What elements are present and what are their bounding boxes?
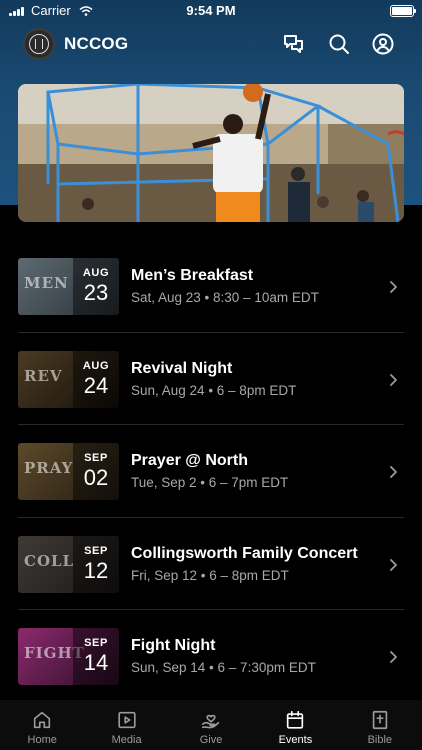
hero-banner[interactable]: [18, 84, 404, 222]
chevron-right-icon: [388, 558, 398, 571]
event-title: Prayer @ North: [131, 452, 248, 469]
chevron-right-icon: [388, 465, 398, 478]
event-month: SEP: [84, 544, 108, 557]
event-thumbnail: REV AUG 24: [18, 350, 119, 408]
event-item[interactable]: REV AUG 24 Revival Night Sun, Aug 24 • 6 – 8…: [18, 333, 404, 425]
event-date-badge: SEP 02: [73, 443, 119, 500]
event-item[interactable]: COLL SEP 12 Collingsworth Family Concert Fri…: [18, 518, 404, 610]
event-item[interactable]: PRAY SEP 02 Prayer @ North Tue, Sep 2 • 6 – …: [18, 425, 404, 518]
give-icon: [201, 714, 220, 729]
chevron-right-icon: [388, 280, 398, 293]
event-thumbnail: PRAY SEP 02: [18, 443, 119, 500]
event-day: 23: [83, 280, 109, 305]
tab-label: Give: [199, 734, 223, 746]
tab-label: Media: [111, 734, 142, 746]
event-month: AUG: [82, 359, 110, 372]
tab-label: Bible: [367, 734, 393, 746]
battery-icon: [390, 5, 416, 17]
event-thumbnail: MEN AUG 23: [18, 258, 119, 315]
chevron-right-icon: [388, 650, 398, 663]
tab-media[interactable]: Media: [84, 700, 168, 750]
profile-icon[interactable]: [370, 31, 396, 57]
media-icon: [117, 711, 136, 729]
event-date-badge: AUG 23: [73, 258, 119, 315]
event-time: Sun, Sep 14 • 6 – 7:30pm EDT: [131, 660, 316, 675]
event-item[interactable]: FIGHT SEP 14 Fight Night Sun, Sep 14 • 6 – 7…: [18, 610, 404, 703]
bible-icon: [372, 710, 388, 730]
event-month: AUG: [82, 267, 110, 279]
chevron-right-icon: [388, 373, 398, 386]
tab-label: Home: [27, 734, 57, 746]
event-title: Fight Night: [131, 637, 216, 654]
tab-bar: Home Media Give Events Bible: [0, 700, 422, 750]
tab-give[interactable]: Give: [169, 700, 253, 750]
app-title: NCCOG: [64, 34, 129, 53]
event-title: Collingsworth Family Concert: [131, 544, 358, 562]
event-day: 24: [83, 372, 109, 398]
event-thumbnail: COLL SEP 12: [18, 535, 119, 593]
event-time: Sat, Aug 23 • 8:30 – 10am EDT: [131, 290, 319, 305]
event-time: Tue, Sep 2 • 6 – 7pm EDT: [131, 475, 289, 490]
event-thumbnail-word: PRAY: [24, 459, 74, 477]
event-thumbnail-word: REV: [24, 366, 63, 385]
event-time: Fri, Sep 12 • 6 – 8pm EDT: [131, 567, 289, 583]
status-bar: Carrier 9:54 PM: [0, 0, 422, 22]
event-thumbnail-word: COLL: [24, 551, 75, 570]
event-item[interactable]: MEN AUG 23 Men’s Breakfast Sat, Aug 23 • 8:3…: [18, 240, 404, 333]
home-icon: [34, 711, 51, 729]
event-date-badge: AUG 24: [73, 350, 119, 408]
chat-icon[interactable]: [281, 31, 307, 57]
event-thumbnail: FIGHT SEP 14: [18, 628, 119, 685]
hero-photo: [18, 84, 404, 222]
church-logo[interactable]: [23, 28, 55, 60]
event-day: 14: [83, 650, 109, 675]
event-time: Sun, Aug 24 • 6 – 8pm EDT: [131, 382, 297, 398]
tab-events[interactable]: Events: [253, 700, 337, 750]
app-header: NCCOG: [0, 26, 422, 62]
event-day: 02: [83, 465, 109, 490]
event-list: MEN AUG 23 Men’s Breakfast Sat, Aug 23 • 8:3…: [18, 240, 404, 703]
tab-label: Events: [278, 734, 313, 746]
event-date-badge: SEP 12: [73, 535, 119, 593]
tab-bible[interactable]: Bible: [338, 700, 422, 750]
search-icon[interactable]: [326, 31, 352, 57]
event-day: 12: [83, 557, 109, 583]
status-time: 9:54 PM: [186, 3, 236, 18]
event-title: Men’s Breakfast: [131, 267, 254, 284]
tab-home[interactable]: Home: [0, 700, 84, 750]
event-month: SEP: [84, 637, 108, 649]
event-month: SEP: [84, 452, 108, 464]
event-thumbnail-word: MEN: [24, 274, 69, 292]
event-date-badge: SEP 14: [73, 628, 119, 685]
calendar-icon: [287, 710, 304, 729]
event-title: Revival Night: [131, 359, 233, 377]
